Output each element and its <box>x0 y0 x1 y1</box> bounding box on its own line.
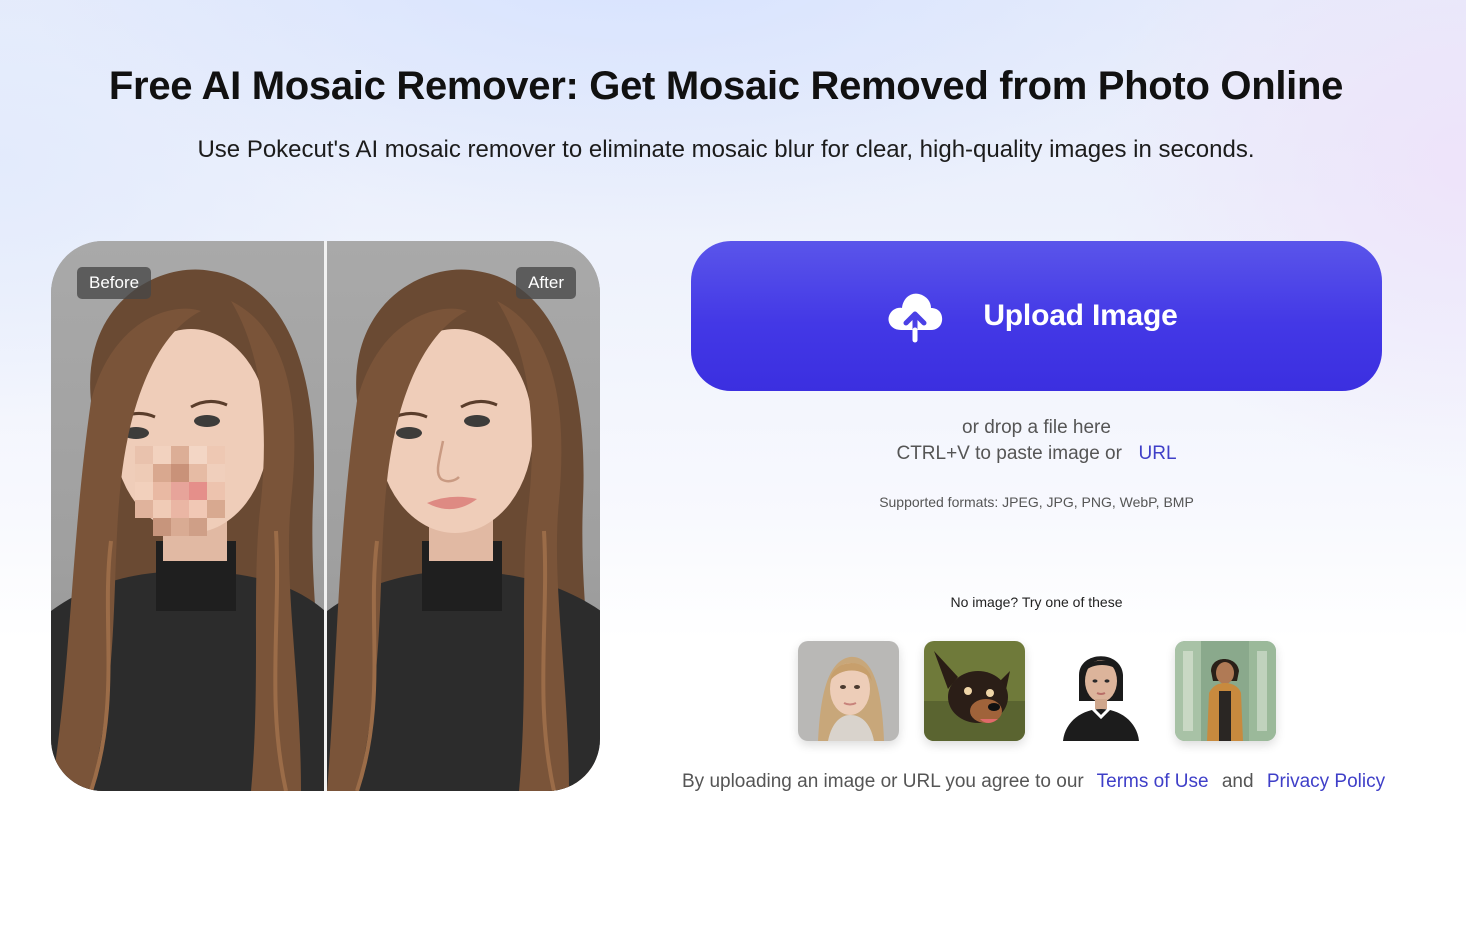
sample-images <box>798 641 1278 741</box>
sample-thumbnail-woman-blonde[interactable] <box>798 641 899 741</box>
page-title: Free AI Mosaic Remover: Get Mosaic Remov… <box>108 64 1344 108</box>
agreement-and: and <box>1221 771 1254 792</box>
paste-hint-text: CTRL+V to paste image or <box>896 443 1122 464</box>
sample-thumbnail-person-outdoor[interactable] <box>1175 641 1276 741</box>
terms-of-use-link[interactable]: Terms of Use <box>1097 771 1209 792</box>
after-badge: After <box>516 267 576 299</box>
paste-hint: CTRL+V to paste image or URL <box>691 443 1382 465</box>
sample-thumbnail-dog[interactable] <box>924 641 1025 741</box>
privacy-policy-link[interactable]: Privacy Policy <box>1267 771 1385 792</box>
before-badge: Before <box>77 267 152 299</box>
before-after-comparison[interactable]: Before After <box>51 241 600 791</box>
url-link[interactable]: URL <box>1139 443 1177 464</box>
terms-agreement: By uploading an image or URL you agree t… <box>682 771 1402 793</box>
agreement-text: By uploading an image or URL you agree t… <box>682 771 1084 792</box>
cloud-upload-icon <box>888 293 943 343</box>
before-image: Before <box>51 241 325 791</box>
samples-prompt: No image? Try one of these <box>950 594 1123 610</box>
sample-thumbnail-woman-portrait[interactable] <box>1049 641 1150 741</box>
drop-hint: or drop a file here <box>962 417 1111 438</box>
supported-formats: Supported formats: JPEG, JPG, PNG, WebP,… <box>879 494 1194 510</box>
page-subtitle: Use Pokecut's AI mosaic remover to elimi… <box>197 136 1255 163</box>
upload-image-button[interactable]: Upload Image <box>691 241 1382 391</box>
upload-button-label: Upload Image <box>983 299 1178 332</box>
after-image: After <box>327 241 600 791</box>
